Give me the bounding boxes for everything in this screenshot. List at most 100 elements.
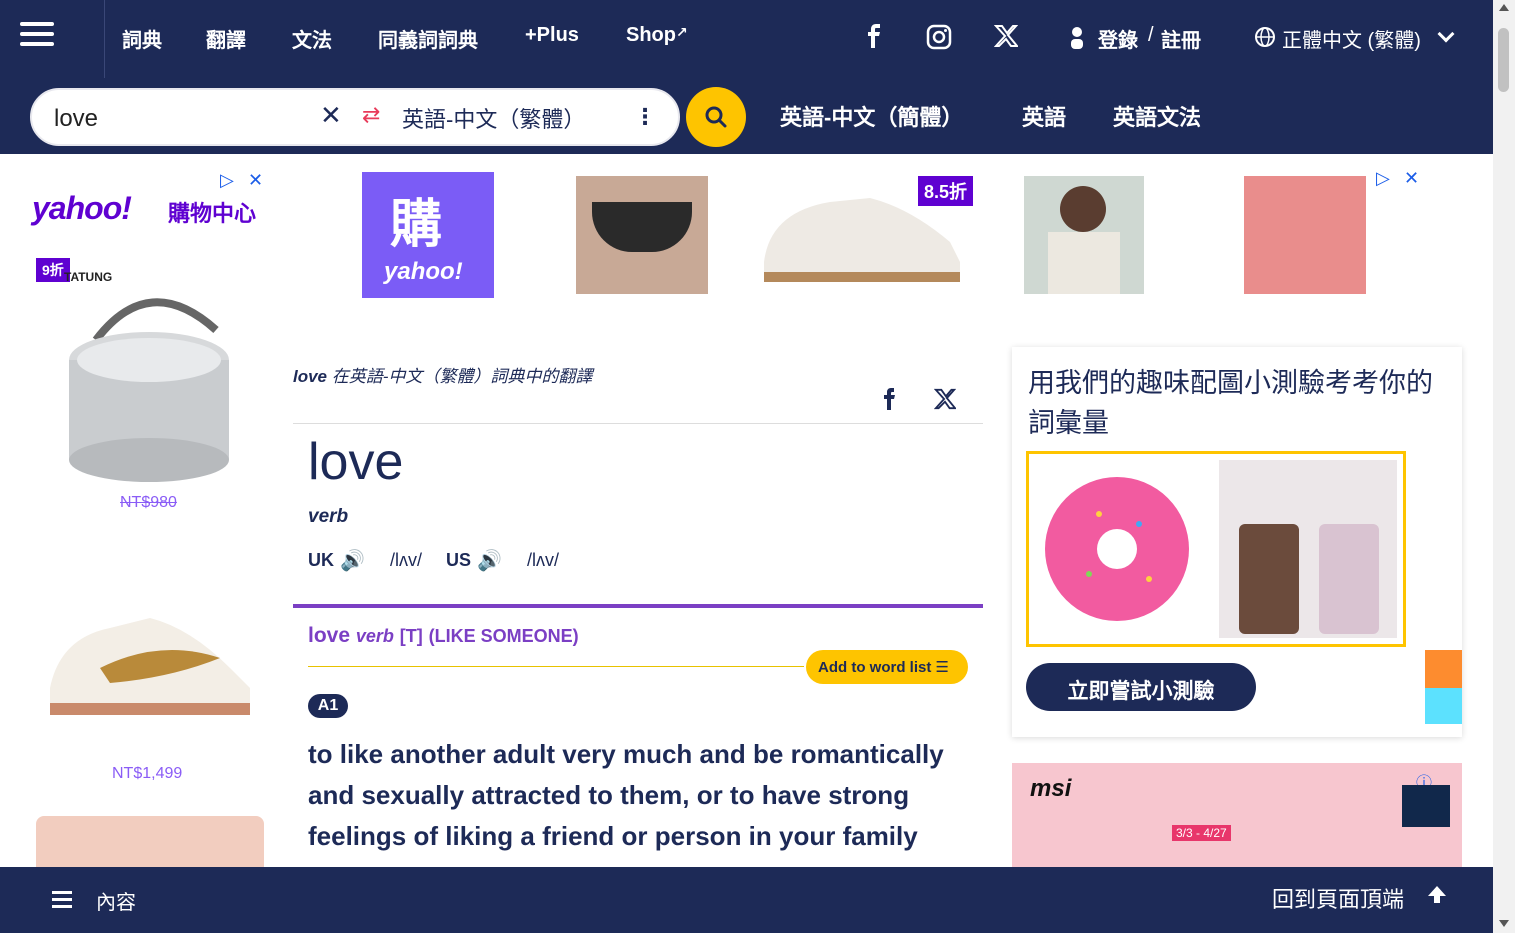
- user-icon[interactable]: [1070, 26, 1084, 56]
- msi-logo: msi: [1030, 775, 1072, 802]
- search-icon: [705, 106, 727, 128]
- nav-dictionary-link[interactable]: 詞典: [122, 24, 162, 53]
- top-navigation-bar: 詞典 翻譯 文法 同義詞詞典 +Plus Shop↗ 登錄 / 註冊 正體中文 …: [0, 0, 1493, 78]
- product-pot-image: [69, 298, 229, 482]
- def-link-romantically[interactable]: romantically: [791, 739, 944, 769]
- register-link[interactable]: 註冊: [1161, 24, 1201, 53]
- feedback-tab-cyan[interactable]: [1425, 688, 1462, 724]
- def-link-liking[interactable]: liking: [445, 821, 513, 851]
- sense-divider: [293, 604, 983, 608]
- part-of-speech: verb: [308, 506, 349, 527]
- def-link-feelings[interactable]: feelings: [308, 821, 406, 851]
- facebook-share-icon[interactable]: [882, 388, 896, 417]
- promo-date: 3/3 - 4/27: [1172, 825, 1231, 841]
- yahoo-shopping-label: 購物中心: [168, 201, 257, 226]
- ad-close-icon-top[interactable]: ✕: [1404, 168, 1419, 189]
- yahoo-logo: yahoo!: [32, 190, 132, 226]
- def-link-adult[interactable]: adult: [493, 739, 555, 769]
- sense-grammar: [T]: [399, 626, 423, 646]
- search-input[interactable]: [54, 105, 324, 133]
- sense-guideword: (LIKE SOMEONE): [428, 626, 579, 646]
- adchoices-icon[interactable]: ▷: [220, 170, 234, 191]
- menu-icon[interactable]: [20, 22, 54, 48]
- instagram-icon[interactable]: [926, 24, 952, 56]
- adchoices-icon-top[interactable]: ▷: [1376, 168, 1390, 189]
- dictionary-selector[interactable]: 英語-中文（繁體）: [402, 102, 585, 134]
- yahoo-shopping-tile: 購 yahoo!: [362, 172, 494, 298]
- contents-link[interactable]: 內容: [96, 886, 136, 915]
- def-text: very much and be: [555, 739, 791, 769]
- underwear-product-image: [576, 176, 708, 294]
- topic-text: 在英語-中文（繁體）詞典中的翻譯: [327, 367, 593, 386]
- swap-language-icon[interactable]: ⇄: [362, 102, 380, 128]
- uk-label: UK: [308, 550, 334, 570]
- product-price: NT$1,499: [112, 765, 183, 782]
- nav-plus-link[interactable]: +Plus: [525, 24, 579, 47]
- chevron-down-icon[interactable]: [1437, 25, 1455, 43]
- quick-link-english[interactable]: 英語: [1022, 100, 1066, 132]
- topic-word: love: [293, 367, 328, 386]
- ad-close-icon[interactable]: ✕: [248, 170, 263, 191]
- page-scrollbar[interactable]: [1493, 0, 1515, 933]
- def-link-friend[interactable]: friend: [542, 821, 614, 851]
- top-advertisement[interactable]: 購 yahoo! 8.5折 ▷ ✕: [330, 166, 1425, 304]
- scroll-thumb[interactable]: [1498, 28, 1509, 92]
- contents-list-icon[interactable]: [52, 891, 72, 908]
- more-options-icon[interactable]: ⋮: [634, 104, 656, 130]
- right-advertisement[interactable]: msi ⓘ 3/3 - 4/27: [1012, 763, 1462, 873]
- discount-badge-top: 8.5折: [918, 176, 974, 206]
- list-icon: ☰: [935, 659, 949, 676]
- quiz-image[interactable]: [1026, 451, 1406, 647]
- nav-shop-label: Shop: [626, 24, 676, 46]
- nav-grammar-link[interactable]: 文法: [292, 24, 332, 53]
- sense-underline: [308, 666, 804, 667]
- sense-heading: love verb [T] (LIKE SOMEONE): [308, 624, 579, 648]
- feedback-tab-orange[interactable]: [1425, 650, 1462, 688]
- nav-divider: [104, 0, 105, 78]
- definition-text: to like another adult very much and be r…: [308, 734, 978, 857]
- language-selector[interactable]: 正體中文 (繁體): [1282, 24, 1421, 53]
- arrow-up-icon[interactable]: [1426, 883, 1448, 905]
- us-ipa: /lʌv/: [527, 550, 560, 570]
- def-text: to them, or to have: [581, 780, 829, 810]
- sense-word: love: [308, 624, 351, 647]
- left-advertisement[interactable]: ▷ ✕ yahoo! 購物中心 9折 TATUNG NT$980 NT$1,49…: [30, 168, 270, 933]
- add-to-word-list-label: Add to word list: [818, 659, 932, 676]
- def-link-sexually[interactable]: sexually: [361, 780, 464, 810]
- login-link[interactable]: 登錄: [1098, 24, 1138, 53]
- sense-pos: verb: [355, 626, 394, 646]
- def-link-attracted[interactable]: attracted: [471, 780, 581, 810]
- def-text: and: [308, 780, 362, 810]
- quiz-title: 用我們的趣味配圖小測驗考考你的詞彙量: [1028, 368, 1433, 438]
- back-to-top-link[interactable]: 回到頁面頂端: [1272, 882, 1404, 914]
- try-quiz-button[interactable]: 立即嘗試小測驗: [1026, 663, 1256, 711]
- search-button[interactable]: [686, 87, 746, 147]
- uk-audio-speaker-icon[interactable]: 🔊: [340, 548, 365, 573]
- quick-link-english-grammar[interactable]: 英語文法: [1113, 100, 1201, 132]
- clear-search-icon[interactable]: ✕: [320, 100, 342, 131]
- uk-ipa: /lʌv/: [390, 550, 423, 570]
- add-to-word-list-button[interactable]: Add to word list ☰: [806, 650, 968, 684]
- scroll-up-arrow-icon[interactable]: [1499, 4, 1509, 11]
- facebook-icon[interactable]: [864, 24, 882, 54]
- quiz-panel: 用我們的趣味配圖小測驗考考你的詞彙量 立即嘗試小測驗: [1012, 347, 1462, 737]
- nav-shop-link[interactable]: Shop↗: [626, 24, 688, 47]
- us-audio-speaker-icon[interactable]: 🔊: [477, 548, 502, 573]
- nav-translate-link[interactable]: 翻譯: [206, 24, 246, 53]
- entry-topic-line: love 在英語-中文（繁體）詞典中的翻譯: [293, 362, 592, 387]
- search-box: ✕ ⇄ 英語-中文（繁體） ⋮: [30, 88, 680, 146]
- external-link-icon: ↗: [676, 24, 688, 40]
- yahoo-tile-logo: yahoo!: [384, 258, 463, 285]
- x-twitter-icon[interactable]: [993, 24, 1020, 54]
- def-text: a: [513, 821, 543, 851]
- def-link-strong[interactable]: strong: [828, 780, 909, 810]
- scroll-down-arrow-icon[interactable]: [1499, 920, 1509, 927]
- quick-link-en-zh-simplified[interactable]: 英語-中文（簡體）: [780, 100, 963, 132]
- globe-icon[interactable]: [1254, 26, 1276, 54]
- def-link-person[interactable]: person: [655, 821, 742, 851]
- x-share-icon[interactable]: [933, 388, 958, 417]
- nav-thesaurus-link[interactable]: 同義詞詞典: [378, 24, 478, 53]
- us-label: US: [446, 550, 472, 570]
- model-product-image: [1024, 176, 1144, 294]
- bottom-bar: [0, 867, 1493, 933]
